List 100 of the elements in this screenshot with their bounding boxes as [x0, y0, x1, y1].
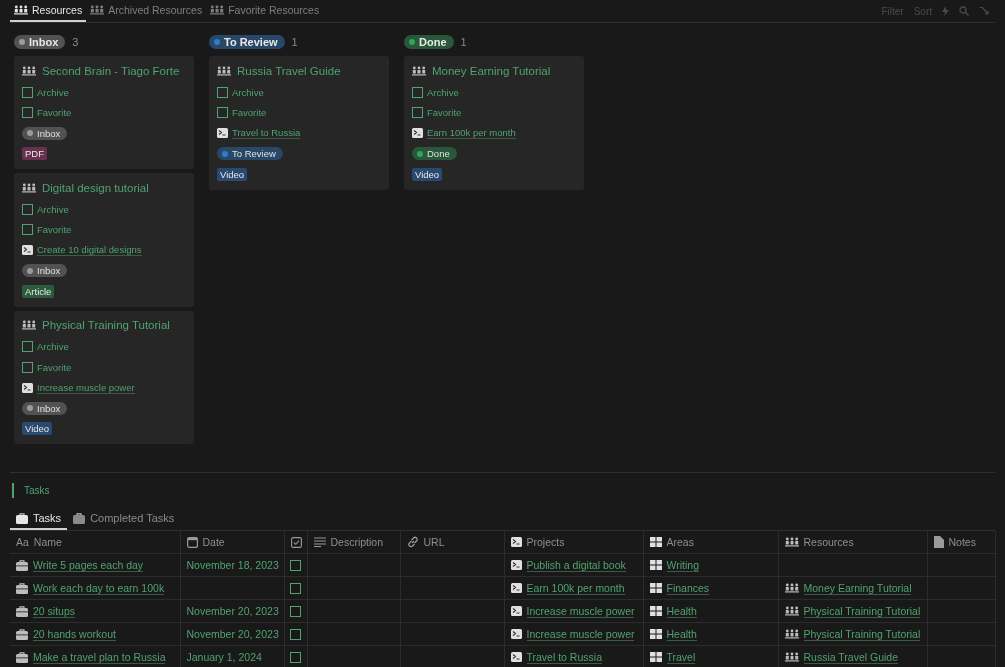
link-icon: [406, 536, 419, 548]
task-link[interactable]: Write 5 pages each day: [33, 558, 144, 572]
checkbox-label: Archive: [37, 341, 69, 353]
terminal-icon: [510, 583, 522, 593]
column-header[interactable]: Areas: [643, 531, 778, 554]
relation-link[interactable]: Health: [666, 627, 697, 641]
resource-card[interactable]: Second Brain - Tiago Forte Archive Favorite Inbox PDF: [14, 56, 194, 169]
project-link[interactable]: Travel to Russia: [232, 127, 301, 140]
checkbox[interactable]: [22, 86, 33, 98]
status-label: Inbox: [22, 401, 68, 415]
briefcase-icon: [73, 512, 86, 524]
status-label: Inbox: [22, 264, 68, 278]
task-link[interactable]: Work each day to earn 100k: [33, 581, 165, 595]
checkbox-label: Archive: [232, 86, 264, 98]
view-tab[interactable]: Favorite Resources: [206, 0, 324, 22]
people-icon: [784, 606, 799, 616]
document-icon: [933, 536, 944, 548]
column-header[interactable]: Date: [180, 531, 284, 554]
grid-icon: [649, 560, 662, 570]
checkbox[interactable]: [289, 560, 301, 572]
checkbox[interactable]: [412, 86, 423, 98]
grid-icon: [649, 652, 662, 662]
column-header[interactable]: Resources: [778, 531, 927, 554]
checkbox-label: Favorite: [37, 107, 72, 119]
briefcase-icon: [16, 651, 28, 663]
date-cell-text: November 20, 2023: [186, 628, 280, 640]
people-icon: [784, 652, 799, 662]
project-link[interactable]: Earn 100k per month: [427, 127, 516, 140]
checkbox[interactable]: [22, 224, 33, 236]
checkbox[interactable]: [289, 629, 301, 641]
checkbox-icon: [290, 536, 302, 548]
relation-link[interactable]: Health: [666, 604, 697, 618]
card-title: Money Earning Tutorial: [432, 64, 551, 77]
checkbox[interactable]: [217, 86, 228, 98]
column-header[interactable]: URL: [400, 531, 504, 554]
checkbox[interactable]: [289, 652, 301, 664]
relation-link[interactable]: Travel: [666, 650, 696, 664]
checkbox[interactable]: [22, 361, 33, 373]
view-tab[interactable]: Archived Resources: [86, 0, 207, 22]
briefcase-icon: [16, 582, 28, 594]
resource-card[interactable]: Money Earning Tutorial Archive Favorite Earn 100k per month Done Video: [404, 56, 584, 190]
date-cell-text: November 18, 2023: [186, 559, 280, 571]
view-tab[interactable]: Completed Tasks: [67, 508, 181, 530]
terminal-icon: [510, 537, 522, 547]
terminal-icon: [510, 629, 522, 639]
checkbox[interactable]: [22, 341, 33, 353]
card-title: Digital design tutorial: [42, 181, 149, 194]
task-link[interactable]: 20 situps: [33, 604, 76, 618]
people-icon: [412, 65, 426, 76]
status-group-label: Done: [404, 34, 454, 49]
section-heading: Tasks: [24, 484, 50, 496]
view-tab[interactable]: Tasks: [10, 508, 68, 530]
relation-link[interactable]: Finances: [666, 581, 710, 595]
checkbox[interactable]: [22, 107, 33, 119]
text-type-icon: Aa: [16, 536, 29, 548]
checkbox-label: Favorite: [37, 361, 72, 373]
task-link[interactable]: 20 hands workout: [33, 627, 116, 641]
checkbox-label: Favorite: [427, 107, 462, 119]
checkbox[interactable]: [412, 107, 423, 119]
resource-card[interactable]: Digital design tutorial Archive Favorite Create 10 digital designs Inbox Article: [14, 173, 194, 307]
date-cell-text: January 1, 2024: [186, 651, 263, 663]
people-icon: [22, 182, 36, 193]
project-link[interactable]: Create 10 digital designs: [37, 244, 142, 257]
type-tag: Article: [22, 284, 55, 298]
terminal-icon: [22, 245, 33, 256]
column-header[interactable]: Aa Name: [10, 531, 180, 554]
resource-card[interactable]: Russia Travel Guide Archive Favorite Travel to Russia To Review Video: [209, 56, 389, 190]
checkbox[interactable]: [289, 583, 301, 595]
people-icon: [784, 583, 799, 593]
resource-card[interactable]: Physical Training Tutorial Archive Favorite Increase muscle power Inbox Video: [14, 310, 194, 444]
group-count: 3: [72, 35, 79, 48]
project-link[interactable]: Increase muscle power: [37, 381, 135, 394]
people-icon: [14, 5, 28, 15]
type-tag: Video: [217, 167, 248, 181]
card-title: Russia Travel Guide: [237, 64, 341, 77]
status-group-label: To Review: [209, 34, 285, 49]
relation-link[interactable]: Writing: [666, 558, 699, 572]
people-icon: [784, 537, 799, 547]
checkbox[interactable]: [22, 203, 33, 215]
type-tag: Video: [412, 167, 443, 181]
briefcase-icon: [16, 512, 28, 524]
task-link[interactable]: Make a travel plan to Russia: [33, 650, 166, 664]
grid-icon: [649, 537, 662, 547]
terminal-icon: [22, 382, 33, 393]
view-tab[interactable]: Resources: [10, 0, 87, 22]
checkbox[interactable]: [289, 606, 301, 618]
people-icon: [90, 5, 105, 15]
checkbox-label: Archive: [37, 86, 69, 98]
checkbox-label: Favorite: [37, 224, 72, 236]
column-header[interactable]: Description: [307, 531, 400, 554]
column-header[interactable]: Notes: [927, 531, 995, 554]
checkbox-label: Archive: [427, 86, 459, 98]
checkbox-label: Favorite: [232, 107, 267, 119]
group-count: 1: [460, 35, 467, 48]
checkbox-label: Archive: [37, 203, 69, 215]
column-header[interactable]: Projects: [504, 531, 643, 554]
terminal-icon: [217, 128, 228, 139]
calendar-icon: [186, 536, 198, 548]
people-icon: [210, 5, 225, 15]
checkbox[interactable]: [217, 107, 228, 119]
